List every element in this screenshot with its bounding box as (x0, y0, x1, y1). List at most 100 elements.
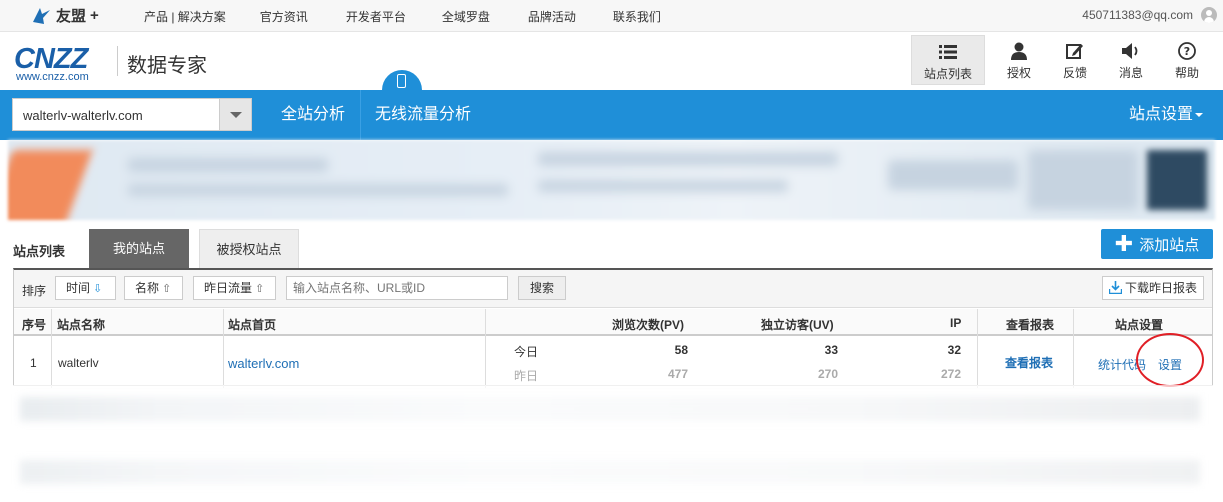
sort-label: 排序 (22, 284, 47, 298)
sort-time-label: 时间 (66, 281, 91, 295)
page-title: 数据专家 (127, 55, 207, 77)
sort-yesterday-label: 昨日流量 (204, 281, 253, 295)
search-input[interactable] (286, 276, 508, 300)
top-nav-news[interactable]: 官方资讯 (260, 8, 308, 25)
tool-authorize[interactable]: 授权 (991, 35, 1047, 85)
top-nav-products[interactable]: 产品 | 解决方案 (144, 8, 226, 25)
ip-yesterday: 272 (940, 367, 961, 381)
main-nav: walterlv-walterlv.com 全站分析 无线流量分析 站点设置 (0, 90, 1223, 140)
tool-help-label: 帮助 (1174, 66, 1199, 80)
col-index: 序号 (22, 318, 47, 332)
top-bar: 友盟 + 产品 | 解决方案 官方资讯 开发者平台 全域罗盘 品牌活动 联系我们… (0, 0, 1223, 32)
blurred-row (20, 397, 1200, 421)
tab-my-sites[interactable]: 我的站点 (89, 229, 189, 269)
row-home-link[interactable]: walterlv.com (228, 356, 299, 371)
tab-authorized-sites[interactable]: 被授权站点 (199, 229, 299, 269)
tool-site-list[interactable]: 站点列表 (911, 35, 985, 85)
banner-shape (888, 160, 1018, 190)
speaker-icon (1103, 41, 1159, 61)
banner-shape (538, 180, 788, 192)
header: CNZZ www.cnzz.com 数据专家 站点列表 授权 反馈 消息 ? 帮… (0, 32, 1223, 90)
banner-shape (538, 152, 838, 166)
site-settings-menu[interactable]: 站点设置 (1129, 90, 1204, 140)
add-site-label: 添加站点 (1139, 236, 1200, 254)
help-icon: ? (1159, 41, 1215, 61)
nav-divider (360, 90, 361, 140)
top-nav-brand-events[interactable]: 品牌活动 (528, 8, 576, 25)
tool-site-list-label: 站点列表 (923, 67, 972, 81)
filter-bar: 排序 时间⇩ 名称⇧ 昨日流量⇧ 搜索 下载昨日报表 (14, 270, 1212, 308)
table-row: 1 walterlv walterlv.com 今日 昨日 58 477 33 … (14, 338, 1212, 388)
uv-yesterday: 270 (817, 367, 838, 381)
site-select-value: walterlv-walterlv.com (23, 108, 143, 123)
account-icon[interactable] (1201, 7, 1217, 23)
banner-shape (128, 184, 508, 196)
arrow-down-icon: ⇩ (93, 283, 103, 295)
umeng-brand[interactable]: 友盟 + (30, 5, 99, 26)
umeng-logo-icon (33, 7, 50, 24)
account-email[interactable]: 450711383@qq.com (1082, 8, 1193, 22)
logo-text: CNZZ (14, 43, 88, 75)
download-report-label: 下载昨日报表 (1125, 281, 1198, 295)
svg-text:?: ? (1184, 45, 1190, 58)
tool-messages[interactable]: 消息 (1103, 35, 1159, 85)
pv-yesterday: 477 (667, 367, 688, 381)
header-tools: 站点列表 授权 反馈 消息 ? 帮助 (911, 35, 1215, 85)
arrow-up-icon: ⇧ (162, 283, 172, 295)
top-nav-contact[interactable]: 联系我们 (613, 8, 661, 25)
mobile-phone-icon (397, 74, 406, 88)
arrow-up-icon: ⇧ (255, 283, 265, 295)
site-list-label: 站点列表 (13, 244, 66, 259)
col-report: 查看报表 (1006, 318, 1055, 332)
tool-messages-label: 消息 (1118, 66, 1143, 80)
col-site-name: 站点名称 (57, 318, 106, 332)
col-ip: IP (950, 316, 962, 330)
sort-by-yesterday-button[interactable]: 昨日流量 ⇧ (193, 276, 276, 300)
col-settings: 站点设置 (1115, 318, 1164, 332)
ip-today: 32 (947, 343, 961, 357)
brand-name: 友盟 (56, 8, 87, 25)
tool-feedback-label: 反馈 (1062, 66, 1087, 80)
col-uv: 独立访客(UV) (761, 318, 834, 332)
site-select[interactable]: walterlv-walterlv.com (12, 98, 252, 131)
download-icon (1109, 281, 1122, 294)
banner-accent (8, 150, 93, 220)
add-site-button[interactable]: ✚ 添加站点 (1101, 229, 1213, 259)
list-icon (912, 42, 984, 62)
brand-plus: + (90, 7, 99, 24)
today-label: 今日 (514, 345, 539, 359)
uv-today: 33 (824, 343, 838, 357)
plus-icon: ✚ (1114, 231, 1134, 256)
row-site-name: walterlv (58, 356, 99, 370)
logo-url: www.cnzz.com (16, 71, 89, 83)
sort-name-label: 名称 (135, 281, 160, 295)
sort-by-time-button[interactable]: 时间 ⇩ (55, 276, 116, 300)
blurred-content (0, 385, 1223, 502)
tool-help[interactable]: ? 帮助 (1159, 35, 1215, 85)
tool-authorize-label: 授权 (1006, 66, 1031, 80)
tool-feedback[interactable]: 反馈 (1047, 35, 1103, 85)
tab-site-analysis[interactable]: 全站分析 (281, 90, 345, 140)
tab-mobile-analysis[interactable]: 无线流量分析 (375, 90, 471, 140)
view-report-link[interactable]: 查看报表 (1005, 354, 1053, 371)
highlight-circle (1136, 333, 1204, 387)
ad-banner[interactable] (8, 140, 1215, 220)
col-home: 站点首页 (228, 318, 277, 332)
user-icon (991, 41, 1047, 61)
sort-by-name-button[interactable]: 名称 ⇧ (124, 276, 183, 300)
cnzz-logo[interactable]: CNZZ www.cnzz.com (14, 43, 89, 83)
banner-image (1147, 150, 1207, 210)
col-pv: 浏览次数(PV) (612, 318, 685, 332)
top-nav-developer[interactable]: 开发者平台 (346, 8, 406, 25)
chevron-down-icon[interactable] (219, 99, 251, 130)
banner-shape (128, 158, 328, 172)
download-report-button[interactable]: 下载昨日报表 (1102, 276, 1204, 300)
row-index: 1 (30, 356, 37, 370)
yesterday-label: 昨日 (514, 369, 539, 383)
top-nav-compass[interactable]: 全域罗盘 (442, 8, 490, 25)
logo-divider (117, 46, 118, 76)
site-table-panel: 排序 时间⇩ 名称⇧ 昨日流量⇧ 搜索 下载昨日报表 序号 站点名称 站点首页 … (13, 268, 1213, 388)
search-button[interactable]: 搜索 (518, 276, 566, 300)
top-nav: 产品 | 解决方案 官方资讯 开发者平台 全域罗盘 品牌活动 联系我们 (128, 8, 661, 25)
table-header: 序号 站点名称 站点首页 浏览次数(PV) 独立访客(UV) IP 查看报表 站… (14, 309, 1212, 336)
